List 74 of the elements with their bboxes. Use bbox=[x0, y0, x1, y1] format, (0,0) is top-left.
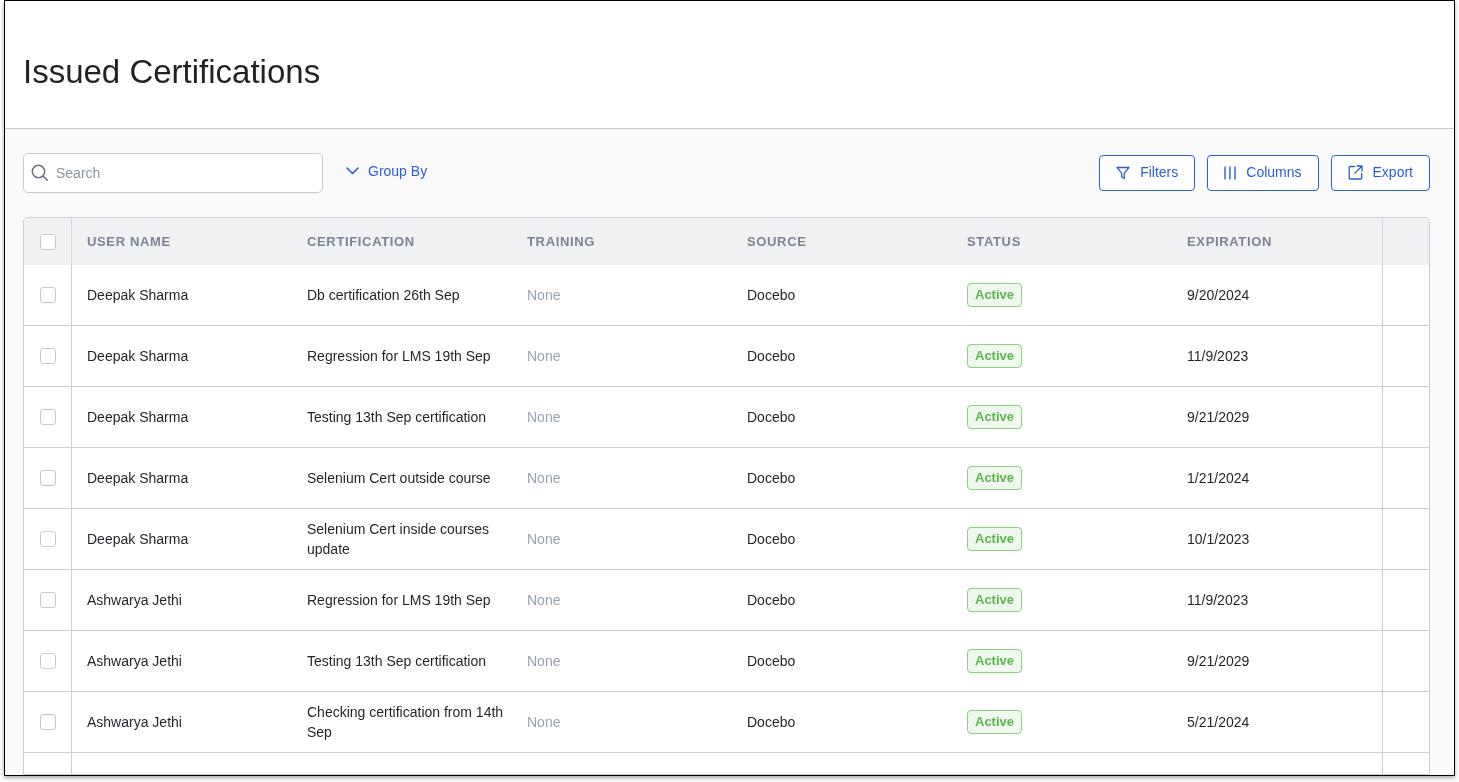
source-cell-text: Docebo bbox=[747, 286, 796, 305]
certification-cell-text: Testing 13th Sep certification bbox=[307, 652, 486, 671]
status-badge: Active bbox=[967, 405, 1023, 429]
source-cell-text: Docebo bbox=[747, 408, 796, 427]
training-cell-text: None bbox=[527, 347, 561, 366]
user-name-cell-text: Deepak Sharma bbox=[87, 408, 189, 427]
row-checkbox[interactable] bbox=[39, 714, 56, 730]
row-checkbox[interactable] bbox=[39, 653, 56, 669]
source-cell-text: Docebo bbox=[747, 347, 796, 366]
status-badge: Active bbox=[967, 649, 1023, 673]
expiration-cell-text: 9/21/2029 bbox=[1187, 652, 1250, 671]
column-header[interactable]: SOURCE bbox=[747, 231, 807, 252]
expiration-cell-text: 10/1/2023 bbox=[1187, 530, 1250, 549]
certification-cell-text: Regression for LMS 19th Sep bbox=[307, 347, 491, 366]
status-badge: Active bbox=[967, 527, 1023, 551]
column-header[interactable]: TRAINING bbox=[527, 231, 596, 252]
expiration-cell-text: 9/20/2024 bbox=[1187, 286, 1250, 305]
expiration-cell-text: 1/21/2024 bbox=[1187, 469, 1250, 488]
training-cell-text: None bbox=[527, 530, 561, 549]
status-badge: Active bbox=[967, 344, 1023, 368]
source-cell-text: Docebo bbox=[747, 713, 796, 732]
source-cell-text: Docebo bbox=[747, 530, 796, 549]
columns-button[interactable]: Columns bbox=[1207, 154, 1319, 191]
filter-icon bbox=[1116, 165, 1131, 180]
column-header[interactable]: EXPIRATION bbox=[1187, 231, 1272, 252]
user-name-cell-text: Deepak Sharma bbox=[87, 286, 189, 305]
expiration-cell-text: 11/9/2023 bbox=[1187, 347, 1249, 366]
source-cell-text: Docebo bbox=[747, 591, 796, 610]
row-checkbox[interactable] bbox=[39, 592, 56, 608]
filters-button[interactable]: Filters bbox=[1099, 154, 1196, 191]
column-header[interactable]: CERTIFICATION bbox=[307, 231, 415, 252]
training-cell-text: None bbox=[527, 408, 561, 427]
certification-cell-text: Testing 13th Sep certification bbox=[307, 408, 486, 427]
status-badge: Active bbox=[967, 466, 1023, 490]
status-badge: Active bbox=[967, 588, 1023, 612]
training-cell-text: None bbox=[527, 469, 561, 488]
page-title: Issued Certifications bbox=[23, 55, 321, 88]
certification-cell-text: Selenium Cert outside course bbox=[307, 469, 491, 488]
chevron-down-icon bbox=[346, 167, 359, 175]
group-by-button[interactable]: Group By bbox=[346, 160, 428, 182]
search-field[interactable]: Search bbox=[23, 153, 323, 193]
certification-cell-text: Regression for LMS 19th Sep bbox=[307, 591, 491, 610]
export-icon bbox=[1347, 165, 1363, 180]
user-name-cell-text: Ashwarya Jethi bbox=[87, 591, 182, 610]
user-name-cell-text: Ashwarya Jethi bbox=[87, 652, 182, 671]
status-badge: Active bbox=[967, 283, 1023, 307]
certification-cell-text: Checking certification from 14th Sep bbox=[307, 703, 505, 742]
expiration-cell-text: 9/21/2029 bbox=[1187, 408, 1250, 427]
training-cell-text: None bbox=[527, 652, 561, 671]
row-checkbox[interactable] bbox=[39, 470, 56, 486]
export-button[interactable]: Export bbox=[1330, 154, 1430, 191]
training-cell-text: None bbox=[527, 713, 561, 732]
row-checkbox[interactable] bbox=[39, 531, 56, 547]
expiration-cell-text: 5/21/2024 bbox=[1187, 713, 1250, 732]
user-name-cell-text: Deepak Sharma bbox=[87, 469, 189, 488]
training-cell-text: None bbox=[527, 286, 561, 305]
column-header[interactable]: STATUS bbox=[967, 231, 1021, 252]
row-checkbox[interactable] bbox=[39, 409, 56, 425]
column-header[interactable]: USER NAME bbox=[87, 231, 171, 252]
certification-cell-text: Selenium Cert inside courses update bbox=[307, 520, 491, 559]
select-all-checkbox[interactable] bbox=[39, 233, 56, 250]
certification-cell-text: Db certification 26th Sep bbox=[307, 286, 460, 305]
status-badge: Active bbox=[967, 710, 1023, 734]
training-cell-text: None bbox=[527, 591, 561, 610]
expiration-cell-text: 11/9/2023 bbox=[1187, 591, 1249, 610]
search-icon bbox=[31, 164, 48, 181]
user-name-cell-text: Deepak Sharma bbox=[87, 347, 189, 366]
user-name-cell-text: Deepak Sharma bbox=[87, 530, 189, 549]
source-cell-text: Docebo bbox=[747, 652, 796, 671]
row-checkbox[interactable] bbox=[39, 287, 56, 303]
columns-icon bbox=[1224, 165, 1237, 180]
source-cell-text: Docebo bbox=[747, 469, 796, 488]
row-checkbox[interactable] bbox=[39, 348, 56, 364]
user-name-cell-text: Ashwarya Jethi bbox=[87, 713, 182, 732]
